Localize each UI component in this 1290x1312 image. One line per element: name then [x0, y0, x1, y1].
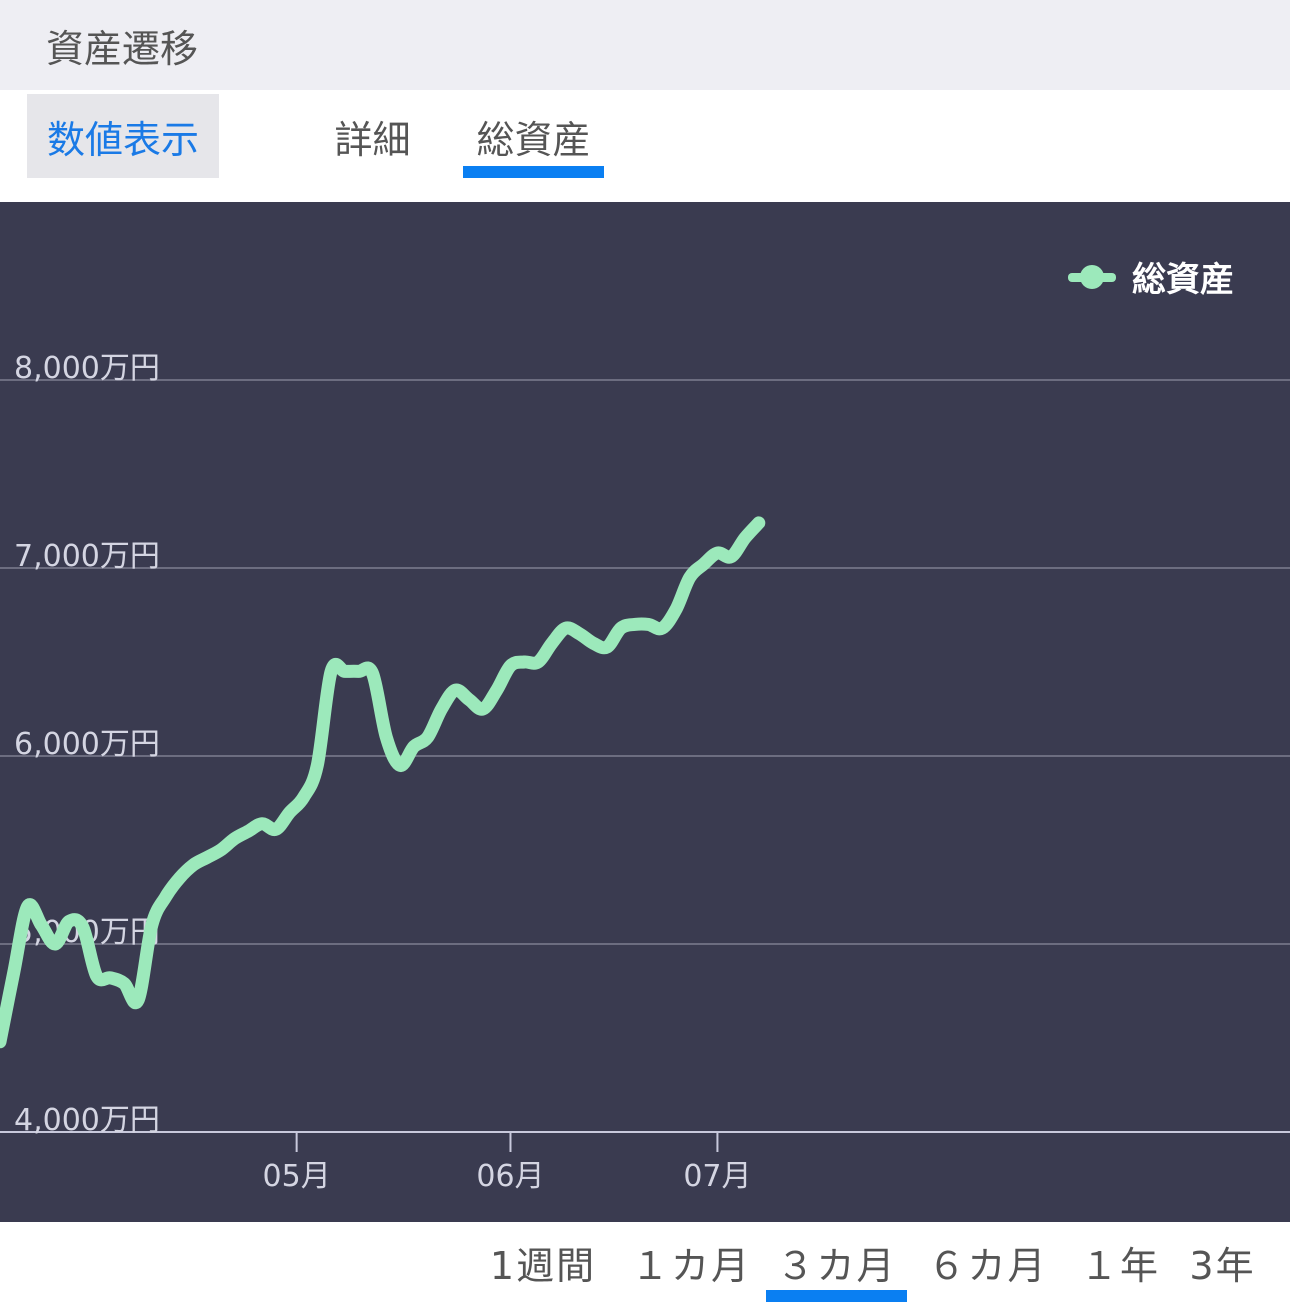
tab-detail[interactable]: 詳細: [325, 94, 420, 178]
chart-legend: 総資産: [1068, 252, 1234, 301]
period-1-month[interactable]: １カ月: [626, 1230, 756, 1294]
x-tick-label: 06月: [476, 1159, 544, 1194]
section-title: 資産遷移: [46, 26, 199, 71]
period-3-years[interactable]: 3年: [1175, 1230, 1270, 1294]
x-tick-label: 05月: [263, 1159, 331, 1194]
y-tick-label: 6,000万円: [14, 727, 160, 762]
period-1-week[interactable]: 1週間: [478, 1230, 608, 1294]
active-period-indicator: [766, 1290, 907, 1302]
x-tick-label: 07月: [683, 1159, 751, 1194]
section-header: 資産遷移: [0, 0, 1290, 90]
period-1-year[interactable]: １年: [1075, 1230, 1165, 1294]
legend-marker-icon: [1068, 264, 1116, 289]
chart-tab-bar: 数値表示 詳細 総資産: [0, 90, 1290, 202]
numeric-display-button[interactable]: 数値表示: [27, 94, 219, 178]
asset-line-chart: 8,000万円7,000万円6,000万円5,000万円4,000万円05月 06…: [0, 351, 1290, 1194]
series-line-total-assets: [0, 516, 766, 1049]
y-tick-label: 8,000万円: [14, 351, 160, 386]
period-3-months[interactable]: ３カ月: [766, 1230, 907, 1294]
y-tick-label: 4,000万円: [14, 1103, 160, 1138]
y-tick-label: 7,000万円: [14, 539, 160, 574]
period-6-months[interactable]: ６カ月: [920, 1230, 1055, 1294]
period-selector: 1週間 １カ月 ３カ月 ６カ月 １年 3年: [0, 1222, 1290, 1312]
asset-chart: 8,000万円 7,000万円 6,000万円 5,000万円 4,000万円 05月 06…: [0, 202, 1290, 1222]
active-tab-indicator: [463, 166, 604, 178]
legend-label: 総資産: [1132, 260, 1234, 300]
